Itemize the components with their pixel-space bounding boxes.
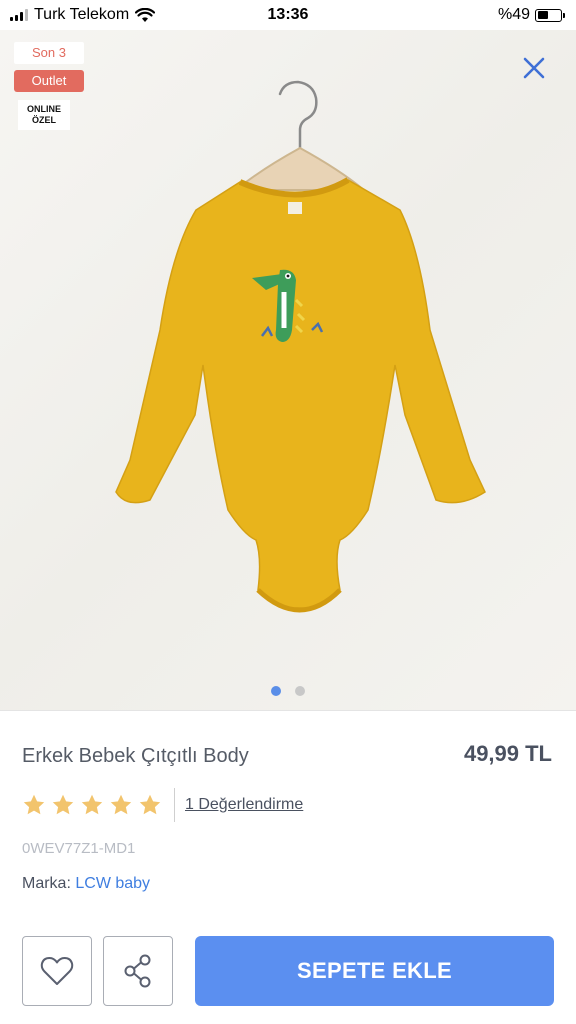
carrier-name: Turk Telekom bbox=[34, 6, 130, 23]
online-badge-line2: ÖZEL bbox=[32, 115, 56, 125]
share-button[interactable] bbox=[103, 936, 173, 1006]
carousel-dots bbox=[0, 686, 576, 696]
share-icon bbox=[124, 954, 151, 988]
brand-row: Marka: LCW baby bbox=[22, 875, 150, 893]
close-button[interactable] bbox=[520, 54, 548, 82]
rating-row: 1 Değerlendirme bbox=[22, 788, 303, 822]
status-bar: Turk Telekom 13:36 %49 bbox=[0, 0, 576, 30]
online-exclusive-badge: ONLINE ÖZEL bbox=[18, 100, 70, 130]
product-title: Erkek Bebek Çıtçıtlı Body bbox=[22, 745, 249, 767]
reviews-link[interactable]: 1 Değerlendirme bbox=[185, 796, 303, 814]
brand-label: Marka: bbox=[22, 875, 71, 892]
favorite-button[interactable] bbox=[22, 936, 92, 1006]
product-image-carousel[interactable]: Son 3 Outlet ONLINE ÖZEL bbox=[0, 30, 576, 710]
battery-percent: %49 bbox=[497, 6, 530, 23]
carousel-dot[interactable] bbox=[295, 686, 305, 696]
heart-icon bbox=[40, 957, 74, 985]
status-left: Turk Telekom bbox=[10, 6, 156, 24]
outlet-badge: Outlet bbox=[14, 70, 84, 92]
star-icon bbox=[139, 794, 161, 815]
rating-stars bbox=[22, 793, 162, 817]
star-icon bbox=[23, 794, 45, 815]
add-to-cart-button[interactable]: SEPETE EKLE bbox=[195, 936, 554, 1006]
star-icon bbox=[110, 794, 132, 815]
product-price: 49,99 TL bbox=[463, 741, 552, 766]
signal-icon bbox=[10, 9, 28, 21]
star-icon bbox=[52, 794, 74, 815]
product-badges: Son 3 Outlet ONLINE ÖZEL bbox=[14, 42, 84, 130]
battery-icon bbox=[535, 8, 565, 22]
online-badge-line1: ONLINE bbox=[26, 104, 61, 114]
divider bbox=[0, 710, 576, 711]
rating-separator bbox=[174, 788, 175, 822]
star-icon bbox=[81, 794, 103, 815]
close-icon bbox=[523, 57, 545, 79]
stock-badge: Son 3 bbox=[14, 42, 84, 64]
status-right: %49 bbox=[497, 6, 565, 24]
brand-link[interactable]: LCW baby bbox=[75, 875, 150, 892]
product-sku: 0WEV77Z1-MD1 bbox=[22, 840, 136, 857]
product-photo bbox=[115, 80, 486, 613]
carousel-dot[interactable] bbox=[271, 686, 281, 696]
wifi-icon bbox=[135, 7, 156, 22]
